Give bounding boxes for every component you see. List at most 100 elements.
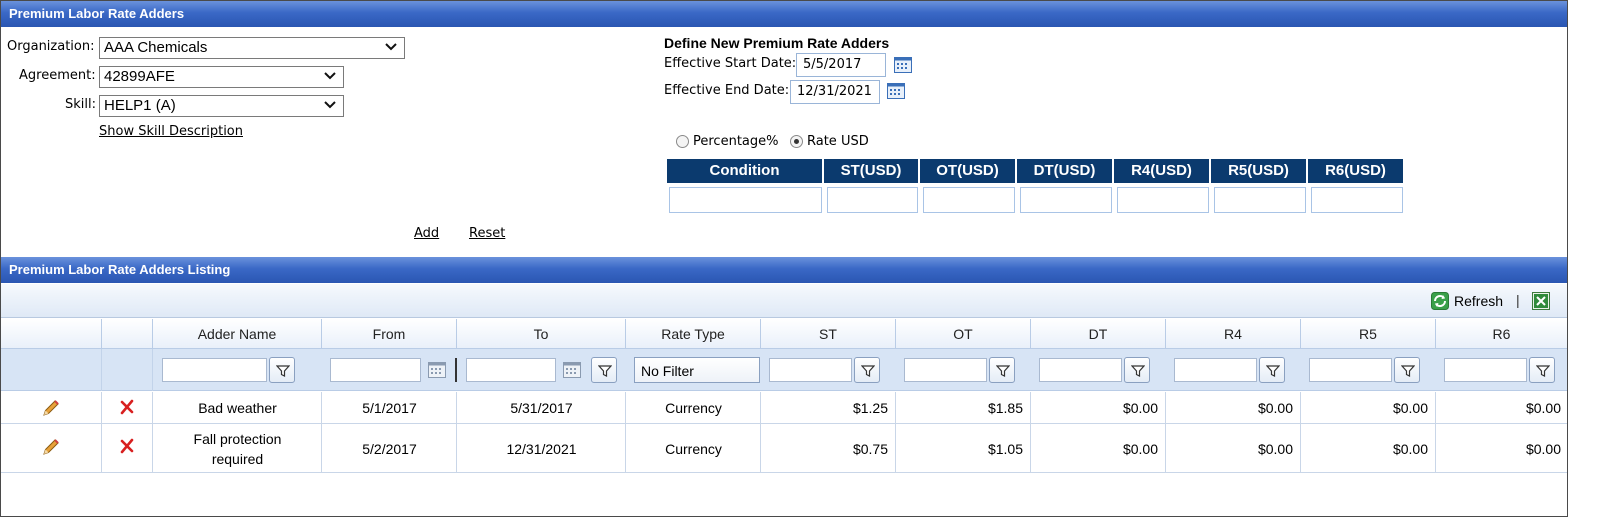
rate-header-r4: R4(USD) xyxy=(1114,159,1211,183)
rate-header-r6: R6(USD) xyxy=(1308,159,1405,183)
percentage-radio-label: Percentage% xyxy=(693,134,779,149)
organization-value: AAA Chemicals xyxy=(104,39,208,56)
dt-filter-input[interactable] xyxy=(1039,358,1122,382)
column-divider xyxy=(1,392,102,473)
add-link[interactable]: Add xyxy=(414,226,439,241)
agreement-select[interactable]: 42899AFE xyxy=(99,66,344,88)
skill-label: Skill: xyxy=(65,97,96,112)
grid-header-r6[interactable]: R6 xyxy=(1436,319,1567,349)
rate-header-st: ST(USD) xyxy=(824,159,920,183)
filter-icon xyxy=(276,365,290,377)
ot-filter-button[interactable] xyxy=(989,357,1015,383)
filter-cell-edit xyxy=(1,349,102,391)
column-divider xyxy=(1031,392,1166,473)
column-divider xyxy=(1301,392,1436,473)
filter-cell-delete xyxy=(102,349,153,391)
r4-usd-input[interactable] xyxy=(1117,187,1209,213)
listing-toolbar: Refresh | xyxy=(1,284,1567,318)
from-filter-input[interactable] xyxy=(330,358,421,382)
r6-filter-input[interactable] xyxy=(1444,358,1527,382)
chevron-down-icon xyxy=(385,43,397,51)
to-filter-input[interactable] xyxy=(466,358,556,382)
grid-header-rate-type[interactable]: Rate Type xyxy=(626,319,761,349)
grid-header-dt[interactable]: DT xyxy=(1031,319,1166,349)
r4-filter-input[interactable] xyxy=(1174,358,1257,382)
dt-usd-input[interactable] xyxy=(1020,187,1112,213)
refresh-button[interactable]: Refresh xyxy=(1454,293,1503,309)
filter-icon xyxy=(861,365,875,377)
agreement-label: Agreement: xyxy=(19,68,96,83)
adder-name-filter-button[interactable] xyxy=(269,357,295,383)
r5-filter-button[interactable] xyxy=(1394,357,1420,383)
rate-header-dt: DT(USD) xyxy=(1017,159,1114,183)
show-skill-description-link[interactable]: Show Skill Description xyxy=(99,124,243,139)
percentage-radio[interactable] xyxy=(676,135,689,148)
rate-type-filter-select[interactable]: No Filter xyxy=(634,357,760,383)
ot-usd-input[interactable] xyxy=(923,187,1015,213)
define-heading: Define New Premium Rate Adders xyxy=(664,35,890,51)
r5-filter-input[interactable] xyxy=(1309,358,1392,382)
organization-select[interactable]: AAA Chemicals xyxy=(99,37,405,59)
chevron-down-icon xyxy=(324,72,336,80)
r4-filter-button[interactable] xyxy=(1259,357,1285,383)
skill-value: HELP1 (A) xyxy=(104,97,176,114)
reset-link[interactable]: Reset xyxy=(469,226,505,241)
st-filter-input[interactable] xyxy=(769,358,852,382)
dt-filter-button[interactable] xyxy=(1124,357,1150,383)
column-divider xyxy=(153,392,322,473)
effective-start-label: Effective Start Date: xyxy=(664,56,797,71)
premium-labor-rate-panel: Premium Labor Rate Adders Organization: … xyxy=(0,0,1568,517)
cell-r6: $0.00 xyxy=(1525,400,1561,416)
calendar-icon[interactable] xyxy=(428,362,446,378)
r6-usd-input[interactable] xyxy=(1311,187,1403,213)
effective-start-date-input[interactable]: 5/5/2017 xyxy=(796,53,886,77)
column-divider xyxy=(1166,392,1301,473)
filter-icon xyxy=(1266,365,1280,377)
r5-usd-input[interactable] xyxy=(1214,187,1306,213)
rate-usd-radio-label: Rate USD xyxy=(807,134,869,149)
st-filter-button[interactable] xyxy=(854,357,880,383)
export-excel-icon[interactable] xyxy=(1532,292,1550,310)
rate-usd-radio[interactable] xyxy=(790,135,803,148)
filter-icon xyxy=(1536,365,1550,377)
panel-title: Premium Labor Rate Adders xyxy=(1,1,1567,27)
rate-header-r5: R5(USD) xyxy=(1211,159,1308,183)
grid-header-adder-name[interactable]: Adder Name xyxy=(153,319,322,349)
grid-header-delete xyxy=(102,319,153,349)
grid-header-r4[interactable]: R4 xyxy=(1166,319,1301,349)
agreement-value: 42899AFE xyxy=(104,68,175,85)
rate-header-ot: OT(USD) xyxy=(920,159,1017,183)
grid-header-to[interactable]: To xyxy=(457,319,626,349)
calendar-icon[interactable] xyxy=(563,362,581,378)
condition-input[interactable] xyxy=(669,187,822,213)
organization-label: Organization: xyxy=(7,39,95,54)
filter-icon xyxy=(1131,365,1145,377)
calendar-icon[interactable] xyxy=(894,57,912,73)
st-usd-input[interactable] xyxy=(827,187,918,213)
r6-filter-button[interactable] xyxy=(1529,357,1555,383)
refresh-icon[interactable] xyxy=(1431,292,1449,310)
column-divider xyxy=(102,392,153,473)
filter-icon xyxy=(598,365,612,377)
effective-end-date-input[interactable]: 12/31/2021 xyxy=(790,80,880,104)
skill-select[interactable]: HELP1 (A) xyxy=(99,95,344,117)
column-divider xyxy=(761,392,896,473)
rate-header-condition: Condition xyxy=(667,159,824,183)
column-divider xyxy=(457,392,626,473)
toolbar-separator: | xyxy=(1516,292,1520,308)
ot-filter-input[interactable] xyxy=(904,358,987,382)
column-divider xyxy=(626,392,761,473)
adder-name-filter-input[interactable] xyxy=(162,358,267,382)
effective-end-label: Effective End Date: xyxy=(664,83,790,98)
grid-header-ot[interactable]: OT xyxy=(896,319,1031,349)
grid-header-r5[interactable]: R5 xyxy=(1301,319,1436,349)
calendar-icon[interactable] xyxy=(887,83,905,99)
filter-icon xyxy=(1401,365,1415,377)
grid-header-from[interactable]: From xyxy=(322,319,457,349)
to-filter-button[interactable] xyxy=(591,357,617,383)
column-divider xyxy=(896,392,1031,473)
listing-title: Premium Labor Rate Adders Listing xyxy=(1,257,1567,283)
grid-header-st[interactable]: ST xyxy=(761,319,896,349)
chevron-down-icon xyxy=(324,101,336,109)
from-filter-divider xyxy=(455,358,457,382)
